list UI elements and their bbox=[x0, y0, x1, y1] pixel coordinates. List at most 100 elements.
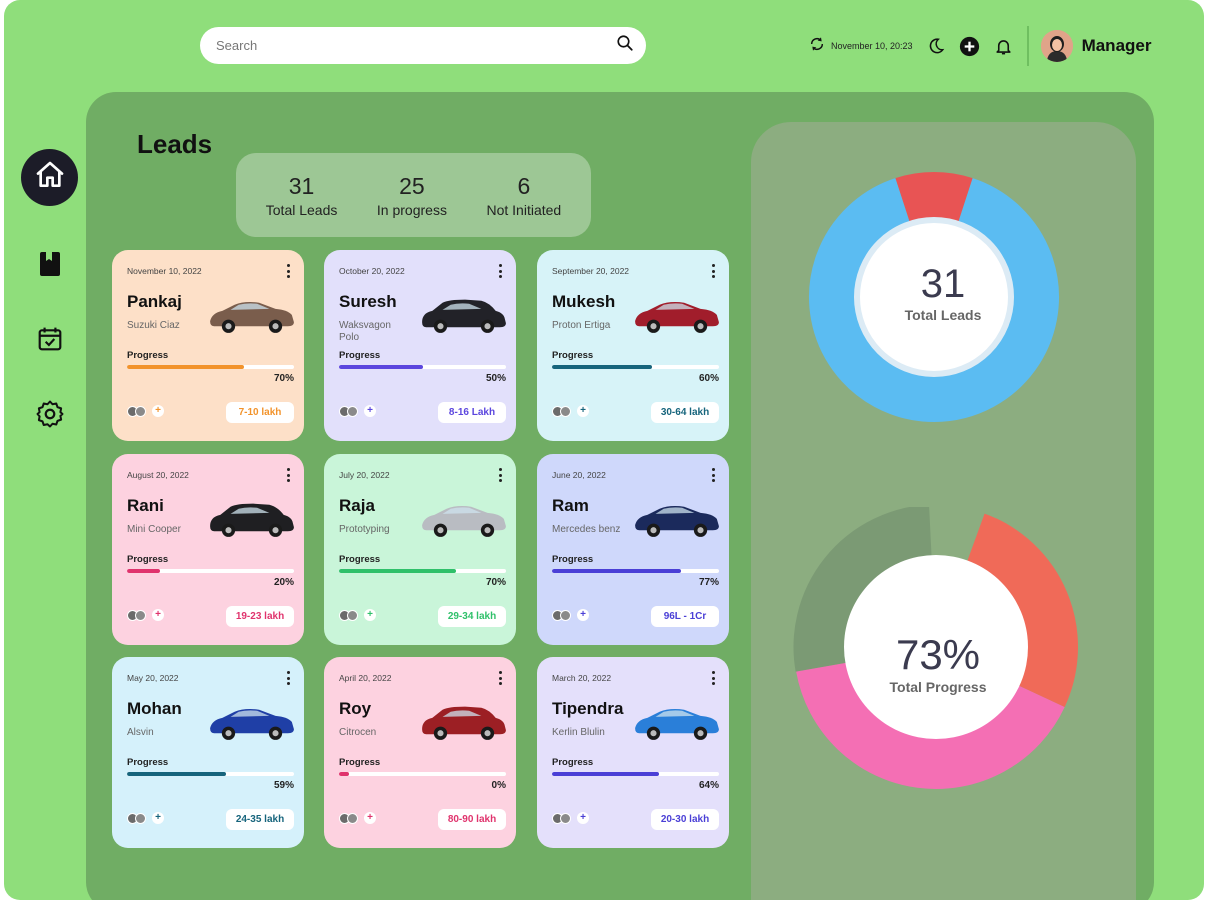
lead-name: Mohan bbox=[127, 699, 182, 718]
assignees[interactable]: + bbox=[339, 812, 376, 824]
price-badge: 19-23 lakh bbox=[226, 606, 294, 627]
progress-label: Progress bbox=[339, 757, 381, 768]
car-image bbox=[422, 706, 506, 740]
car-image bbox=[635, 709, 719, 740]
car-model: Suzuki Ciaz bbox=[127, 320, 180, 331]
lead-card[interactable]: April 20, 2022 Roy Citrocen Progress 0% … bbox=[324, 657, 516, 848]
assignee-avatar bbox=[560, 609, 571, 621]
more-icon[interactable] bbox=[496, 264, 504, 278]
lead-name: Pankaj bbox=[127, 292, 182, 311]
stat-in-progress: 25 In progress bbox=[377, 173, 447, 218]
add-assignee-icon[interactable]: + bbox=[577, 609, 589, 621]
more-icon[interactable] bbox=[496, 468, 504, 482]
progress-fill bbox=[339, 569, 456, 573]
stat-value: 6 bbox=[517, 172, 531, 199]
progress-percent: 20% bbox=[273, 577, 294, 588]
lead-name: Rani bbox=[127, 496, 164, 515]
more-icon[interactable] bbox=[496, 671, 504, 685]
add-icon[interactable] bbox=[959, 36, 980, 57]
assignees[interactable]: + bbox=[552, 609, 589, 621]
car-model: Prototyping bbox=[339, 524, 390, 535]
progress-label: Progress bbox=[552, 350, 594, 361]
add-assignee-icon[interactable]: + bbox=[364, 405, 376, 417]
progress-bar bbox=[552, 772, 719, 776]
assignees[interactable]: + bbox=[552, 812, 589, 824]
calendar-check-icon bbox=[37, 326, 63, 357]
more-icon[interactable] bbox=[709, 264, 717, 278]
stat-label: Total Leads bbox=[265, 201, 338, 218]
search-input[interactable] bbox=[216, 38, 616, 53]
total-leads-donut-label: 31 Total Leads bbox=[858, 262, 1028, 323]
lead-card[interactable]: May 20, 2022 Mohan Alsvin Progress 59% +… bbox=[112, 657, 304, 848]
sidebar-item-bookmarks[interactable] bbox=[21, 250, 78, 282]
price-badge: 20-30 lakh bbox=[651, 809, 719, 830]
lead-card[interactable]: November 10, 2022 Pankaj Suzuki Ciaz Pro… bbox=[112, 250, 304, 441]
more-icon[interactable] bbox=[284, 468, 292, 482]
search-icon[interactable] bbox=[616, 34, 634, 57]
assignees[interactable]: + bbox=[339, 405, 376, 417]
lead-card[interactable]: September 20, 2022 Mukesh Proton Ertiga … bbox=[537, 250, 729, 441]
progress-label: Progress bbox=[127, 757, 169, 768]
stat-value: 31 bbox=[288, 172, 315, 199]
progress-bar bbox=[339, 365, 506, 369]
add-assignee-icon[interactable]: + bbox=[152, 812, 164, 824]
lead-date: May 20, 2022 bbox=[127, 673, 179, 683]
assignees[interactable]: + bbox=[127, 609, 164, 621]
add-assignee-icon[interactable]: + bbox=[152, 405, 164, 417]
stat-label: Not Initiated bbox=[486, 201, 562, 218]
stat-value: 25 bbox=[399, 172, 425, 199]
lead-name: Raja bbox=[339, 496, 375, 515]
add-assignee-icon[interactable]: + bbox=[577, 405, 589, 417]
search-bar[interactable] bbox=[200, 27, 646, 64]
lead-name: Roy bbox=[339, 699, 372, 718]
car-image bbox=[210, 709, 294, 740]
sync-status[interactable]: November 10, 20:23 bbox=[809, 36, 913, 57]
progress-fill bbox=[127, 365, 244, 369]
progress-bar bbox=[127, 365, 294, 369]
progress-bar bbox=[552, 365, 719, 369]
home-icon bbox=[34, 159, 66, 196]
more-icon[interactable] bbox=[284, 264, 292, 278]
lead-card[interactable]: March 20, 2022 Tipendra Kerlin Blulin Pr… bbox=[537, 657, 729, 848]
more-icon[interactable] bbox=[709, 468, 717, 482]
assignee-avatar bbox=[347, 812, 358, 824]
car-model: Mini Cooper bbox=[127, 524, 181, 535]
user-name[interactable]: Manager bbox=[1082, 36, 1152, 56]
assignees[interactable]: + bbox=[127, 812, 164, 824]
sidebar-item-calendar[interactable] bbox=[21, 325, 78, 357]
assignee-avatar bbox=[347, 405, 358, 417]
main-panel: Leads 31 Total Leads 25 In progress 6 No… bbox=[86, 92, 1154, 900]
add-assignee-icon[interactable]: + bbox=[152, 609, 164, 621]
lead-date: June 20, 2022 bbox=[552, 470, 606, 480]
add-assignee-icon[interactable]: + bbox=[577, 812, 589, 824]
bell-icon[interactable] bbox=[994, 37, 1013, 56]
donut-label: Total Progress bbox=[889, 679, 987, 695]
sidebar-item-settings[interactable] bbox=[21, 400, 78, 432]
lead-card[interactable]: July 20, 2022 Raja Prototyping Progress … bbox=[324, 454, 516, 645]
avatar[interactable] bbox=[1040, 30, 1073, 62]
moon-icon[interactable] bbox=[927, 37, 945, 55]
add-assignee-icon[interactable]: + bbox=[364, 812, 376, 824]
sync-icon[interactable] bbox=[809, 36, 825, 57]
progress-fill bbox=[339, 365, 423, 369]
car-model: Waksvagon Polo bbox=[339, 320, 391, 343]
donut-label: Total Leads bbox=[904, 307, 982, 323]
assignees[interactable]: + bbox=[552, 405, 589, 417]
lead-card[interactable]: August 20, 2022 Rani Mini Cooper Progres… bbox=[112, 454, 304, 645]
lead-card[interactable]: October 20, 2022 Suresh Waksvagon Polo P… bbox=[324, 250, 516, 441]
assignees[interactable]: + bbox=[339, 609, 376, 621]
lead-date: September 20, 2022 bbox=[552, 266, 630, 276]
total-progress-donut-label: 73% Total Progress bbox=[848, 631, 1028, 695]
more-icon[interactable] bbox=[284, 671, 292, 685]
progress-bar bbox=[127, 772, 294, 776]
add-assignee-icon[interactable]: + bbox=[364, 609, 376, 621]
lead-card[interactable]: June 20, 2022 Ram Mercedes benz Progress… bbox=[537, 454, 729, 645]
progress-fill bbox=[339, 772, 350, 776]
more-icon[interactable] bbox=[709, 671, 717, 685]
app-window: November 10, 20:23 Manager bbox=[4, 0, 1204, 900]
stat-total-leads: 31 Total Leads bbox=[266, 173, 338, 218]
assignees[interactable]: + bbox=[127, 405, 164, 417]
stat-not-initiated: 6 Not Initiated bbox=[486, 173, 561, 218]
progress-fill bbox=[127, 569, 161, 573]
sidebar-item-home[interactable] bbox=[21, 149, 78, 206]
